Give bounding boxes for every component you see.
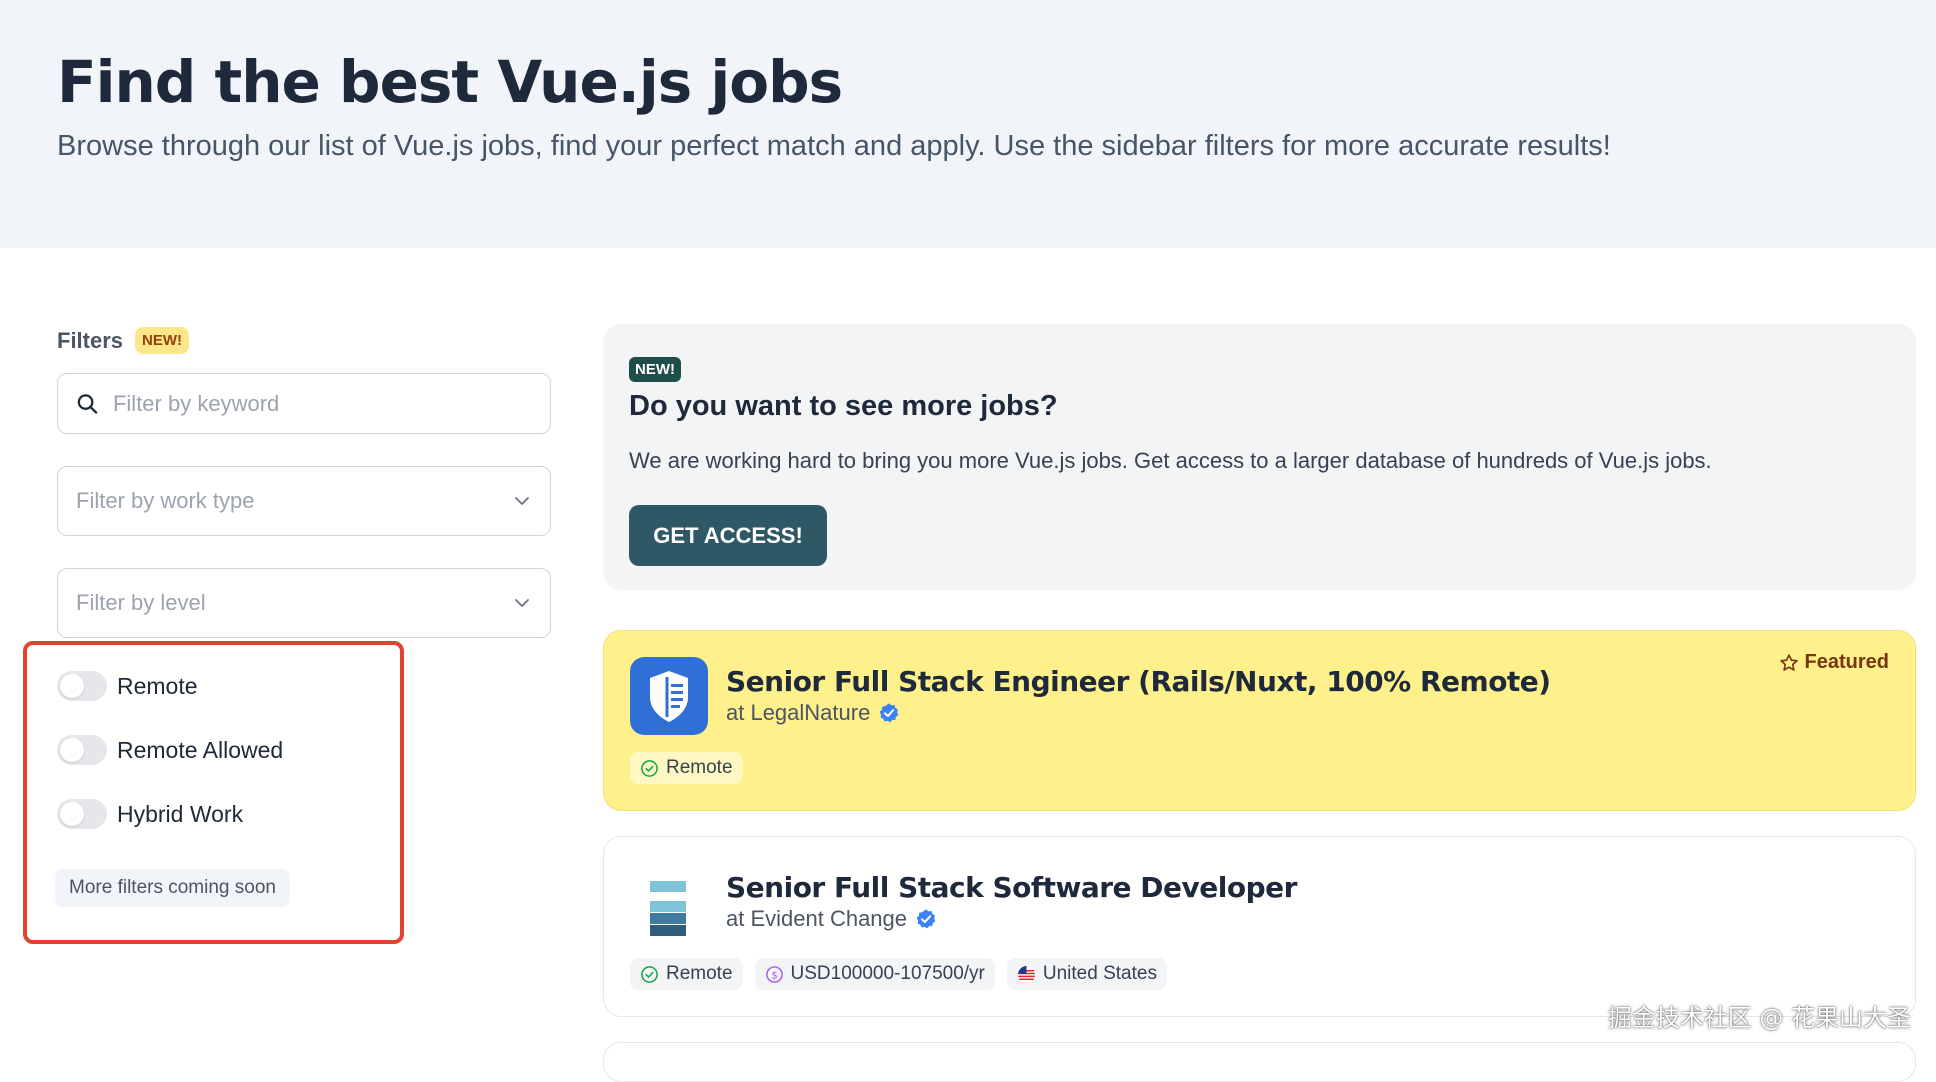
- get-access-button[interactable]: GET ACCESS!: [629, 505, 827, 566]
- job-tags: Remote $ USD100000-107500/yr United Stat…: [630, 958, 1167, 990]
- remote-allowed-toggle-row[interactable]: Remote Allowed: [57, 735, 283, 765]
- remote-allowed-toggle[interactable]: [57, 735, 107, 765]
- page-header: Find the best Vue.js jobs Browse through…: [0, 0, 1936, 248]
- chip-label: Remote: [666, 963, 733, 984]
- verified-badge-icon: [916, 909, 936, 929]
- job-tags: Remote: [630, 752, 743, 784]
- level-placeholder: Filter by level: [76, 590, 206, 615]
- hybrid-work-toggle-row[interactable]: Hybrid Work: [57, 799, 243, 829]
- svg-text:$: $: [771, 970, 777, 981]
- keyword-filter[interactable]: [57, 373, 551, 434]
- page-subtitle: Browse through our list of Vue.js jobs, …: [57, 130, 1611, 162]
- company-name: at Evident Change: [726, 906, 908, 931]
- star-icon: [1779, 653, 1798, 671]
- chevron-down-icon: [515, 599, 529, 607]
- check-circle-icon: [641, 759, 658, 777]
- hybrid-work-toggle-label: Hybrid Work: [117, 800, 244, 827]
- featured-tag: Featured: [1779, 651, 1889, 674]
- remote-chip: Remote: [630, 752, 743, 784]
- remote-chip: Remote: [630, 958, 743, 990]
- chip-label: Remote: [666, 757, 733, 778]
- job-title[interactable]: Senior Full Stack Software Developer: [726, 871, 1297, 904]
- remote-allowed-toggle-label: Remote Allowed: [117, 736, 284, 763]
- filters-heading: Filters NEW!: [57, 327, 190, 354]
- company-name: at LegalNature: [726, 700, 871, 725]
- featured-label: Featured: [1804, 651, 1889, 673]
- job-card-featured[interactable]: Senior Full Stack Engineer (Rails/Nuxt, …: [603, 630, 1916, 811]
- new-badge: NEW!: [135, 327, 190, 354]
- chip-label: USD100000-107500/yr: [790, 963, 985, 984]
- page-title: Find the best Vue.js jobs: [57, 48, 843, 116]
- check-circle-icon: [641, 965, 658, 983]
- chevron-down-icon: [515, 497, 529, 505]
- company-logo: [630, 657, 708, 735]
- dollar-circle-icon: $: [765, 965, 783, 983]
- remote-toggle-label: Remote: [117, 672, 198, 699]
- level-select[interactable]: Filter by level: [57, 568, 551, 638]
- us-flag-icon: [1017, 965, 1035, 983]
- promo-new-badge: NEW!: [629, 357, 681, 382]
- promo-text: We are working hard to bring you more Vu…: [629, 448, 1712, 473]
- job-company: at Evident Change: [726, 906, 937, 932]
- work-type-select[interactable]: Filter by work type: [57, 466, 551, 536]
- keyword-input[interactable]: [110, 389, 550, 418]
- chip-label: United States: [1042, 963, 1157, 984]
- remote-toggle[interactable]: [57, 671, 107, 701]
- remote-toggle-row[interactable]: Remote: [57, 671, 198, 701]
- promo-heading: Do you want to see more jobs?: [629, 390, 1058, 422]
- job-title[interactable]: Senior Full Stack Engineer (Rails/Nuxt, …: [726, 665, 1551, 698]
- filters-label: Filters: [57, 327, 124, 353]
- work-type-placeholder: Filter by work type: [76, 488, 255, 513]
- hybrid-work-toggle[interactable]: [57, 799, 107, 829]
- job-company: at LegalNature: [726, 700, 900, 726]
- more-filters-note: More filters coming soon: [55, 869, 290, 907]
- salary-chip: $ USD100000-107500/yr: [754, 958, 995, 990]
- verified-badge-icon: [879, 703, 899, 723]
- job-card[interactable]: Senior Full Stack Software Developer at …: [603, 836, 1916, 1017]
- watermark: 掘金技术社区 @ 花果山大圣: [1607, 1004, 1911, 1032]
- location-chip: United States: [1006, 958, 1167, 990]
- search-icon: [77, 393, 98, 414]
- company-logo: [650, 881, 686, 936]
- job-card[interactable]: [603, 1042, 1916, 1082]
- promo-card: NEW! Do you want to see more jobs? We ar…: [603, 324, 1916, 590]
